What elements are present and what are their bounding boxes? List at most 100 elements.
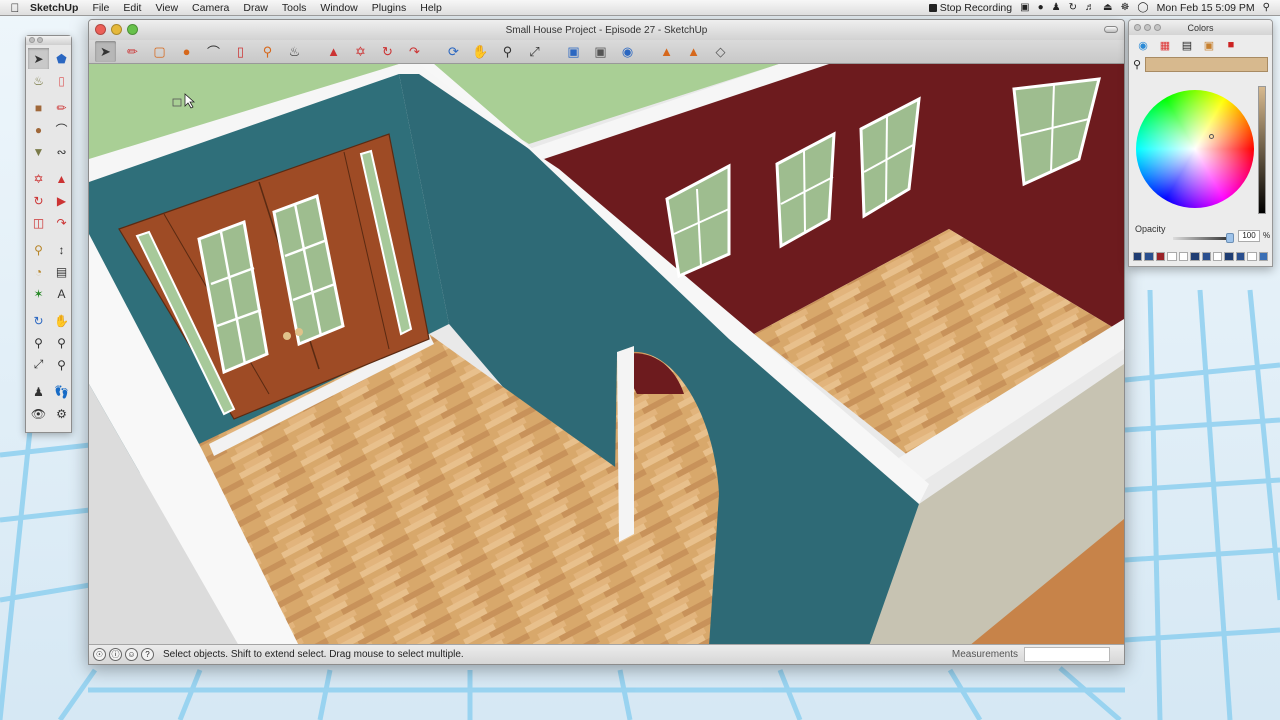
toolbar-toggle-button[interactable] — [1104, 26, 1118, 33]
swatch[interactable] — [1167, 252, 1177, 261]
window-zoom-button[interactable] — [127, 24, 138, 35]
credits-icon[interactable]: ⓘ — [109, 648, 122, 661]
opacity-value-field[interactable]: 100 — [1238, 230, 1260, 242]
menu-plugins[interactable]: Plugins — [372, 2, 406, 14]
geo-location-icon[interactable]: ☉ — [93, 648, 106, 661]
swatch[interactable] — [1212, 252, 1223, 261]
follow-me-icon[interactable]: ↷ — [404, 41, 425, 62]
colors-titlebar[interactable]: Colors — [1129, 20, 1272, 35]
follow-me-icon[interactable]: ▶ — [51, 190, 72, 211]
sync-icon[interactable]: ↻ — [1069, 2, 1077, 13]
axes-icon[interactable]: ✶ — [28, 283, 49, 304]
orbit-icon[interactable]: ↻ — [28, 310, 49, 331]
walk-icon[interactable]: 👣 — [51, 381, 72, 402]
swatch[interactable] — [1258, 252, 1269, 261]
color-wheel-marker[interactable] — [1209, 134, 1214, 139]
swatch[interactable] — [1155, 252, 1166, 261]
measurements-field[interactable] — [1024, 647, 1110, 662]
spotlight-search-icon[interactable]: ⚲ — [1263, 2, 1270, 13]
help-icon[interactable]: ? — [141, 648, 154, 661]
rectangle-icon[interactable]: ■ — [28, 97, 49, 118]
circle-icon[interactable]: ● — [176, 41, 197, 62]
eject-icon[interactable]: ⏏ — [1103, 2, 1112, 13]
menu-draw[interactable]: Draw — [243, 2, 268, 14]
opacity-slider-track[interactable] — [1173, 237, 1229, 240]
time-machine-icon[interactable]: ◯ — [1137, 2, 1148, 13]
tape-measure-icon[interactable]: ⚲ — [257, 41, 278, 62]
extension-icon[interactable]: ◇ — [710, 41, 731, 62]
line-icon[interactable]: ✏ — [51, 97, 72, 118]
swatch[interactable] — [1235, 252, 1246, 261]
menu-tools[interactable]: Tools — [282, 2, 307, 14]
3d-model-viewport[interactable] — [89, 64, 1124, 646]
window-close-button[interactable] — [95, 24, 106, 35]
scale-icon[interactable]: ◫ — [28, 212, 49, 233]
image-palettes-mode-icon[interactable]: ▣ — [1201, 38, 1217, 52]
colors-close-button[interactable] — [1134, 24, 1141, 31]
color-wheel-mode-icon[interactable]: ◉ — [1135, 38, 1151, 52]
swatch[interactable] — [1190, 252, 1200, 261]
text-icon[interactable]: ▤ — [51, 261, 72, 282]
wifi-icon[interactable]: ☸ — [1120, 2, 1129, 13]
eraser-icon[interactable]: ▯ — [230, 41, 251, 62]
rectangle-icon[interactable]: ▢ — [149, 41, 170, 62]
color-picker-magnifier-icon[interactable]: ⚲ — [1133, 58, 1141, 71]
rotate-icon[interactable]: ↻ — [377, 41, 398, 62]
zoom-extents-icon[interactable]: ⤢ — [28, 354, 49, 375]
zoom-extents-icon[interactable]: ⤢ — [524, 41, 545, 62]
window-minimize-button[interactable] — [111, 24, 122, 35]
arc-icon[interactable]: ⌒ — [51, 119, 72, 140]
window-titlebar[interactable]: Small House Project - Episode 27 - Sketc… — [89, 20, 1124, 40]
zoom-icon[interactable]: ⚲ — [497, 41, 518, 62]
menubar-clock[interactable]: Mon Feb 15 5:09 PM — [1157, 2, 1255, 14]
look-around-icon[interactable]: 👁 — [28, 403, 49, 424]
apple-menu-icon[interactable]:  — [0, 1, 30, 15]
color-sliders-mode-icon[interactable]: ▦ — [1157, 38, 1173, 52]
swatch[interactable] — [1178, 252, 1189, 261]
palette-titlebar[interactable] — [26, 36, 71, 45]
menu-camera[interactable]: Camera — [192, 2, 229, 14]
swatch[interactable] — [1224, 252, 1234, 261]
make-component-icon[interactable]: ⬟ — [51, 48, 72, 69]
pan-icon[interactable]: ✋ — [470, 41, 491, 62]
position-camera-icon[interactable]: ♟ — [28, 381, 49, 402]
3d-text-icon[interactable]: A — [51, 283, 72, 304]
palette-close-button[interactable] — [29, 37, 35, 43]
user-account-icon[interactable]: ☺ — [125, 648, 138, 661]
swatch[interactable] — [1144, 252, 1154, 261]
menu-file[interactable]: File — [92, 2, 109, 14]
menu-view[interactable]: View — [155, 2, 178, 14]
tape-measure-icon[interactable]: ⚲ — [28, 239, 49, 260]
zoom-window-icon[interactable]: ⚲ — [51, 332, 72, 353]
orbit-icon[interactable]: ⟳ — [443, 41, 464, 62]
user-icon[interactable]: ♟ — [1052, 2, 1061, 13]
colors-minimize-button[interactable] — [1144, 24, 1151, 31]
component-icon[interactable]: ▲ — [683, 41, 704, 62]
previous-view-icon[interactable]: ⚲ — [51, 354, 72, 375]
paint-bucket-icon[interactable]: ♨ — [28, 70, 49, 91]
section-plane-icon[interactable]: ⚙ — [51, 403, 72, 424]
menu-help[interactable]: Help — [420, 2, 442, 14]
polygon-icon[interactable]: ▼ — [28, 141, 49, 162]
push-pull-icon[interactable]: ▲ — [51, 168, 72, 189]
swatch[interactable] — [1201, 252, 1211, 261]
select-icon[interactable]: ➤ — [95, 41, 116, 62]
color-palettes-mode-icon[interactable]: ▤ — [1179, 38, 1195, 52]
skype-icon[interactable]: ▣ — [1020, 2, 1029, 13]
stop-recording-button[interactable]: Stop Recording — [928, 2, 1012, 14]
swatch[interactable] — [1133, 252, 1143, 261]
brightness-slider[interactable] — [1258, 86, 1266, 214]
arc-icon[interactable]: ⌒ — [203, 41, 224, 62]
paint-bucket-icon[interactable]: ♨ — [284, 41, 305, 62]
move-icon[interactable]: ✡ — [28, 168, 49, 189]
warehouse-icon[interactable]: ◉ — [617, 41, 638, 62]
menu-window[interactable]: Window — [320, 2, 357, 14]
rotate-icon[interactable]: ↻ — [28, 190, 49, 211]
freehand-icon[interactable]: ∾ — [51, 141, 72, 162]
select-icon[interactable]: ➤ — [28, 48, 49, 69]
color-wheel[interactable] — [1136, 90, 1254, 208]
palette-min-button[interactable] — [37, 37, 43, 43]
current-color-swatch[interactable] — [1145, 57, 1268, 72]
eraser-icon[interactable]: ▯ — [51, 70, 72, 91]
pencil-icon[interactable]: ✏ — [122, 41, 143, 62]
